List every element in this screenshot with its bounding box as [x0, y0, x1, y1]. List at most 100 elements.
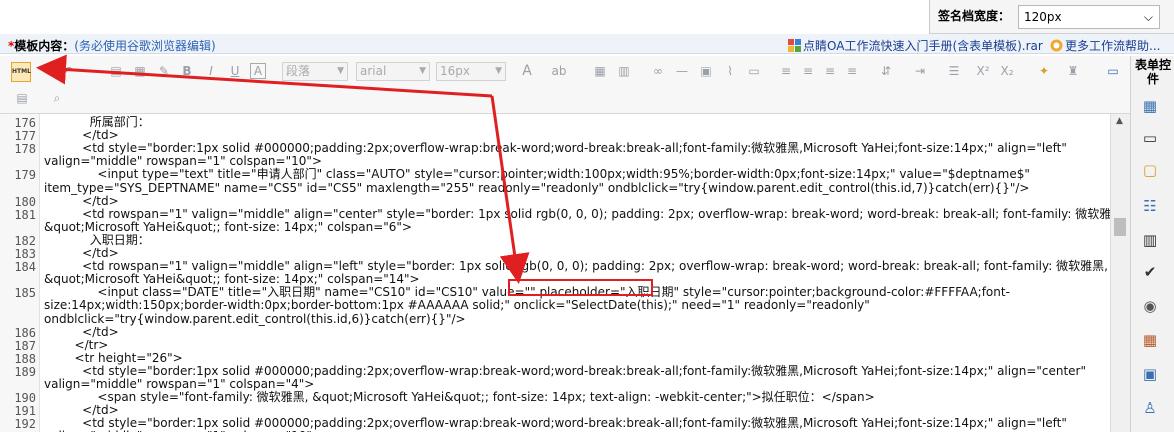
table-control-icon[interactable]: ▦: [1140, 96, 1160, 116]
code-line: 所属部门：: [44, 115, 150, 129]
line-number: 181: [14, 207, 36, 222]
line-number: 183: [14, 247, 36, 261]
line-number: 192: [14, 417, 36, 432]
template-bar: *模板内容：(务必使用谷歌浏览器编辑) 点睛OA工作流快速入门手册(含表单模板)…: [0, 34, 1174, 54]
sig-width-label: 签名档宽度：: [938, 9, 1011, 23]
toolbar-row-1: HTML ↶ ▤ ▦ ✎ B I U A 段落 ▼ arial ▼ 16px ▼ A …: [0, 58, 1130, 84]
code-line: size:14px;width:150px;border-width:0px;b…: [44, 298, 870, 313]
textarea-control-icon[interactable]: ▢: [1140, 160, 1160, 180]
undo-icon[interactable]: ↶: [60, 61, 76, 81]
link-icon[interactable]: ∞: [650, 61, 666, 81]
copy-icon[interactable]: ▤: [108, 61, 124, 81]
format-painter-icon[interactable]: ✎: [156, 61, 172, 81]
font-value: arial: [360, 64, 387, 78]
line-number: 180: [14, 194, 36, 209]
calendar-control-icon[interactable]: ▦: [1140, 330, 1160, 350]
indent-icon[interactable]: ⇥: [912, 61, 928, 81]
superscript-button[interactable]: X²: [974, 61, 992, 81]
sig-width-value: 120px: [1024, 10, 1062, 24]
chevron-down-icon: ⌵: [1143, 10, 1153, 24]
list-control-icon[interactable]: ☷: [1140, 196, 1160, 216]
line-spacing-icon[interactable]: ⇵: [874, 61, 898, 81]
placeholder-highlight-box: [508, 279, 653, 296]
form-controls-title: 表单控件: [1135, 58, 1172, 86]
chevron-down-icon: ▼: [495, 66, 502, 76]
image-icon[interactable]: ▣: [698, 61, 714, 81]
top-textarea[interactable]: [0, 0, 930, 34]
code-line: 入职日期：: [44, 232, 150, 247]
toolbar-row-2: ▤ ⌕: [0, 85, 1130, 111]
help-icon: [1050, 39, 1063, 52]
html-source-editor[interactable]: 176 177 178 179 180 181 182 183 184 185 186 187 188 1…: [0, 114, 1110, 432]
bold-button[interactable]: B: [180, 61, 194, 81]
line-number: 191: [14, 404, 36, 419]
subscript-button[interactable]: X₂: [998, 61, 1016, 81]
line-number: 182: [14, 233, 36, 248]
highlight-color-icon[interactable]: ab: [548, 61, 570, 81]
code-line: </tr>: [44, 337, 109, 352]
image-control-icon[interactable]: ▣: [1140, 364, 1160, 384]
more-help-link[interactable]: 更多工作流帮助...: [1050, 37, 1160, 54]
align-left-icon[interactable]: ≡: [778, 61, 794, 81]
line-number: 179: [14, 168, 36, 183]
code-line: <td style="border:1px solid #000000;padd…: [44, 416, 1067, 431]
fullscreen-icon[interactable]: ▭: [1104, 61, 1122, 81]
radio-control-icon[interactable]: ◉: [1140, 296, 1160, 316]
manual-link[interactable]: 点睛OA工作流快速入门手册(含表单模板).rar: [788, 37, 1043, 54]
font-select[interactable]: arial ▼: [356, 62, 430, 81]
code-line: &quot;Microsoft YaHei&quot;; font-size: …: [44, 219, 412, 234]
text-color-button[interactable]: A: [516, 61, 538, 81]
line-number: 186: [14, 325, 36, 340]
paragraph-select[interactable]: 段落 ▼: [282, 62, 348, 81]
font-border-icon[interactable]: A: [250, 63, 266, 79]
code-line: <td style="border:1px solid #000000;padd…: [44, 363, 1087, 378]
binoculars-icon[interactable]: ♜: [1064, 61, 1082, 81]
italic-button[interactable]: I: [204, 61, 218, 81]
code-line: </td>: [44, 193, 119, 208]
vertical-scrollbar[interactable]: ▲: [1110, 114, 1130, 432]
code-line: <input type="text" title="申请人部门" class="…: [44, 167, 1030, 182]
template-hint: (务必使用谷歌浏览器编辑): [74, 39, 216, 53]
code-line: item_type="SYS_DEPTNAME" name="CS5" id="…: [44, 180, 1030, 195]
underline-button[interactable]: U: [228, 61, 242, 81]
align-right-icon[interactable]: ≡: [822, 61, 838, 81]
media-icon[interactable]: ▭: [746, 61, 762, 81]
magic-wand-icon[interactable]: ✦: [1032, 61, 1056, 81]
sig-width-select[interactable]: 120px ⌵: [1018, 5, 1160, 29]
paste-icon[interactable]: ▦: [132, 61, 148, 81]
clipboard-icon[interactable]: ▤: [13, 88, 31, 108]
top-bar: 签名档宽度： 120px ⌵: [0, 0, 1174, 34]
align-center-icon[interactable]: ≡: [800, 61, 816, 81]
archive-icon: [788, 39, 801, 52]
line-number: 189: [14, 364, 36, 379]
code-line: <td rowspan="1" valign="middle" align="c…: [44, 206, 1110, 221]
manual-link-text: 点睛OA工作流快速入门手册(含表单模板).rar: [803, 39, 1043, 53]
code-line: ondblclick="try{window.parent.edit_contr…: [44, 311, 466, 326]
preview-icon[interactable]: ⌕: [48, 88, 66, 108]
code-line: <td style="border:1px solid #000000;padd…: [44, 141, 1067, 156]
line-number: 187: [14, 338, 36, 353]
attach-icon[interactable]: ⌇: [722, 61, 738, 81]
textbox-control-icon[interactable]: ▭: [1140, 128, 1160, 148]
checkbox-control-icon[interactable]: ✔: [1140, 262, 1160, 282]
macro-control-icon[interactable]: ▥: [1140, 230, 1160, 250]
table-icon[interactable]: ▦: [592, 61, 608, 81]
line-number: 184: [14, 260, 36, 275]
html-source-button[interactable]: HTML: [11, 62, 31, 82]
size-select[interactable]: 16px ▼: [436, 62, 506, 81]
line-number: 177: [14, 129, 36, 144]
paragraph-value: 段落: [286, 64, 311, 78]
align-justify-icon[interactable]: ≡: [844, 61, 860, 81]
template-title-text: 模板内容：: [14, 39, 75, 53]
scroll-thumb[interactable]: [1114, 218, 1126, 236]
form-controls-panel: 表单控件 ▦ ▭ ▢ ☷ ▥ ✔ ◉ ▦ ▣ ♙: [1130, 56, 1174, 432]
list-icon[interactable]: ☰: [940, 61, 968, 81]
size-value: 16px: [440, 64, 470, 78]
grid-icon[interactable]: ▥: [616, 61, 632, 81]
line-number: 178: [14, 142, 36, 157]
hr-icon[interactable]: —: [674, 61, 690, 81]
line-number: 190: [14, 391, 36, 406]
chevron-down-icon: ▼: [337, 66, 344, 76]
org-control-icon[interactable]: ♙: [1140, 398, 1160, 418]
scroll-up-icon[interactable]: ▲: [1116, 116, 1123, 126]
